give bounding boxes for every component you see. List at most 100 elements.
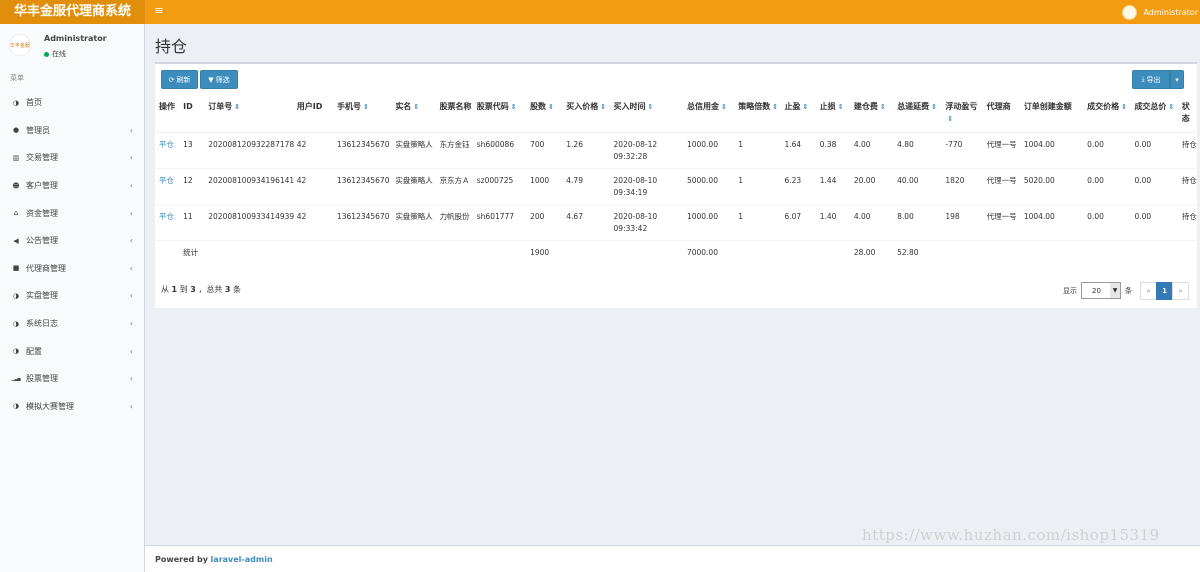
column-header[interactable]: 买入价格 ⇕	[562, 98, 610, 133]
sort-icon[interactable]: ⇕	[772, 103, 778, 111]
app-logo-title[interactable]: 华丰金服代理商系统	[0, 0, 145, 24]
table-cell: 0.00	[1083, 131, 1131, 168]
close-position-link[interactable]: 平仓	[159, 176, 174, 185]
sidebar-item-6[interactable]: ■ 代理商管理 ‹	[0, 255, 145, 283]
sort-icon[interactable]: ⇕	[1121, 103, 1127, 111]
column-header[interactable]: 手机号 ⇕	[332, 98, 392, 133]
column-header-label: 买入价格	[566, 102, 599, 111]
summary-cell	[204, 239, 293, 276]
sidebar-item-5[interactable]: ◀ 公告管理 ‹	[0, 227, 145, 255]
table-body: 平仓 13 202008120932287178 42 13612345670 实盘策略人…	[155, 131, 1197, 276]
pager-unit: 条	[233, 285, 242, 294]
column-header[interactable]: 股数 ⇕	[526, 98, 563, 133]
sort-icon[interactable]: ⇕	[931, 103, 937, 111]
column-header[interactable]: 成交价格 ⇕	[1083, 98, 1131, 133]
table-cell: 12	[179, 167, 205, 204]
summary-cell	[332, 239, 392, 276]
per-page-value: 20	[1092, 286, 1101, 295]
export-dropdown-button[interactable]: ▾	[1170, 70, 1184, 89]
column-header[interactable]: 成交总价 ⇕	[1130, 98, 1178, 133]
pager-to-label: 到	[179, 285, 188, 294]
sidebar-item-9[interactable]: ◑ 配置 ‹	[0, 337, 145, 365]
summary-cell: 统计	[179, 239, 205, 276]
table-cell: 198	[941, 203, 983, 240]
chevron-left-icon: ‹	[129, 181, 133, 191]
sort-icon[interactable]: ⇕	[363, 103, 369, 111]
column-header[interactable]: 策略倍数 ⇕	[734, 98, 781, 133]
menu-toggle-icon[interactable]: ≡	[152, 0, 166, 24]
column-header[interactable]: 实名 ⇕	[391, 98, 436, 133]
prev-page-button[interactable]: «	[1140, 282, 1157, 300]
table-cell: 持仓	[1177, 203, 1197, 240]
column-header[interactable]: 建仓费 ⇕	[849, 98, 894, 133]
pager-from-label: 从	[161, 285, 169, 294]
sidebar-item-3[interactable]: ☻ 客户管理 ‹	[0, 172, 145, 200]
refresh-label: 刷新	[176, 75, 191, 84]
refresh-icon: ⟳	[168, 75, 175, 84]
footer-link[interactable]: laravel-admin	[211, 555, 273, 564]
refresh-button[interactable]: ⟳ 刷新	[161, 70, 198, 89]
sort-icon[interactable]: ⇕	[548, 103, 554, 111]
grid-box: ⟳ 刷新 ▼ 筛选 ⤓ 导出 ▾ 操作 ID 订单号 ⇕ 用户ID 手机号 ⇕ 实名 ⇕ 股票名称 股票代…	[155, 62, 1197, 308]
export-label: 导出	[1146, 75, 1161, 84]
home-icon: ◑	[12, 98, 20, 107]
chevron-left-icon: ‹	[129, 291, 133, 301]
table-cell: 4.00	[849, 203, 894, 240]
sidebar-item-10[interactable]: ▁▃▅ 股票管理 ‹	[0, 365, 145, 393]
sort-icon[interactable]: ⇕	[880, 103, 886, 111]
user-menu[interactable]: Administrator	[1122, 0, 1198, 24]
table-row: 平仓 13 202008120932287178 42 13612345670 实盘策略人…	[155, 131, 1197, 168]
per-page-select[interactable]: 20 ▼	[1081, 282, 1121, 299]
sort-icon[interactable]: ⇕	[600, 103, 606, 111]
sidebar-item-7[interactable]: ◑ 实盘管理 ‹	[0, 282, 145, 310]
sort-icon[interactable]: ⇕	[413, 103, 419, 111]
close-position-link[interactable]: 平仓	[159, 140, 174, 149]
filter-label: 筛选	[215, 75, 230, 84]
sidebar-item-8[interactable]: ◑ 系统日志 ‹	[0, 310, 145, 338]
column-header: 状态	[1177, 98, 1197, 133]
sidebar-item-label: 实盘管理	[26, 291, 58, 301]
sort-icon[interactable]: ⇕	[234, 103, 240, 111]
column-header[interactable]: 买入时间 ⇕	[609, 98, 683, 133]
table-cell: 11	[179, 203, 205, 240]
sidebar-item-2[interactable]: ▥ 交易管理 ‹	[0, 144, 145, 172]
column-header[interactable]: 浮动盈亏 ⇕	[941, 98, 983, 133]
bank-icon: ⌂	[13, 209, 19, 218]
page-1-button[interactable]: 1	[1156, 282, 1173, 300]
per-page-label: 显示	[1063, 286, 1077, 295]
sidebar-item-1[interactable]: ● 管理员 ‹	[0, 117, 145, 145]
sort-icon[interactable]: ⇕	[511, 103, 517, 111]
column-header[interactable]: 订单号 ⇕	[204, 98, 293, 133]
sidebar-item-11[interactable]: ◑ 模拟大赛管理 ‹	[0, 393, 145, 421]
column-header: 用户ID	[292, 98, 333, 133]
sort-icon[interactable]: ⇕	[838, 103, 844, 111]
column-header: 订单创建金额	[1019, 98, 1084, 133]
column-header[interactable]: 股票代码 ⇕	[472, 98, 527, 133]
column-header[interactable]: 总递延费 ⇕	[893, 98, 942, 133]
sort-icon[interactable]: ⇕	[947, 115, 953, 123]
column-header[interactable]: 止损 ⇕	[815, 98, 850, 133]
sort-icon[interactable]: ⇕	[1168, 103, 1174, 111]
users-icon: ☻	[12, 181, 20, 190]
user-panel: 华丰金服 Administrator 在线	[0, 24, 145, 66]
next-page-button[interactable]: »	[1172, 282, 1189, 300]
sort-icon[interactable]: ⇕	[648, 103, 654, 111]
column-header: ID	[179, 98, 205, 133]
table-cell: 平仓	[155, 167, 180, 204]
close-position-link[interactable]: 平仓	[159, 212, 174, 221]
table-cell: 8.00	[893, 203, 942, 240]
table-cell: 1.26	[562, 131, 610, 168]
column-header[interactable]: 止盈 ⇕	[780, 98, 816, 133]
sort-icon[interactable]: ⇕	[721, 103, 727, 111]
export-button[interactable]: ⤓ 导出	[1132, 70, 1170, 89]
table-cell: 6.07	[780, 203, 816, 240]
filter-button[interactable]: ▼ 筛选	[200, 70, 238, 89]
sidebar-item-4[interactable]: ⌂ 资金管理 ‹	[0, 199, 145, 227]
sort-icon[interactable]: ⇕	[803, 103, 809, 111]
sidebar-item-0[interactable]: ◑ 首页	[0, 89, 145, 117]
summary-cell	[1177, 239, 1197, 276]
table-row: 平仓 12 202008100934196141 42 13612345670 实盘策略人…	[155, 167, 1197, 204]
column-header[interactable]: 总信用金 ⇕	[682, 98, 735, 133]
table-cell: 京东方Ａ	[435, 167, 473, 204]
column-header-label: 总递延费	[897, 102, 930, 111]
